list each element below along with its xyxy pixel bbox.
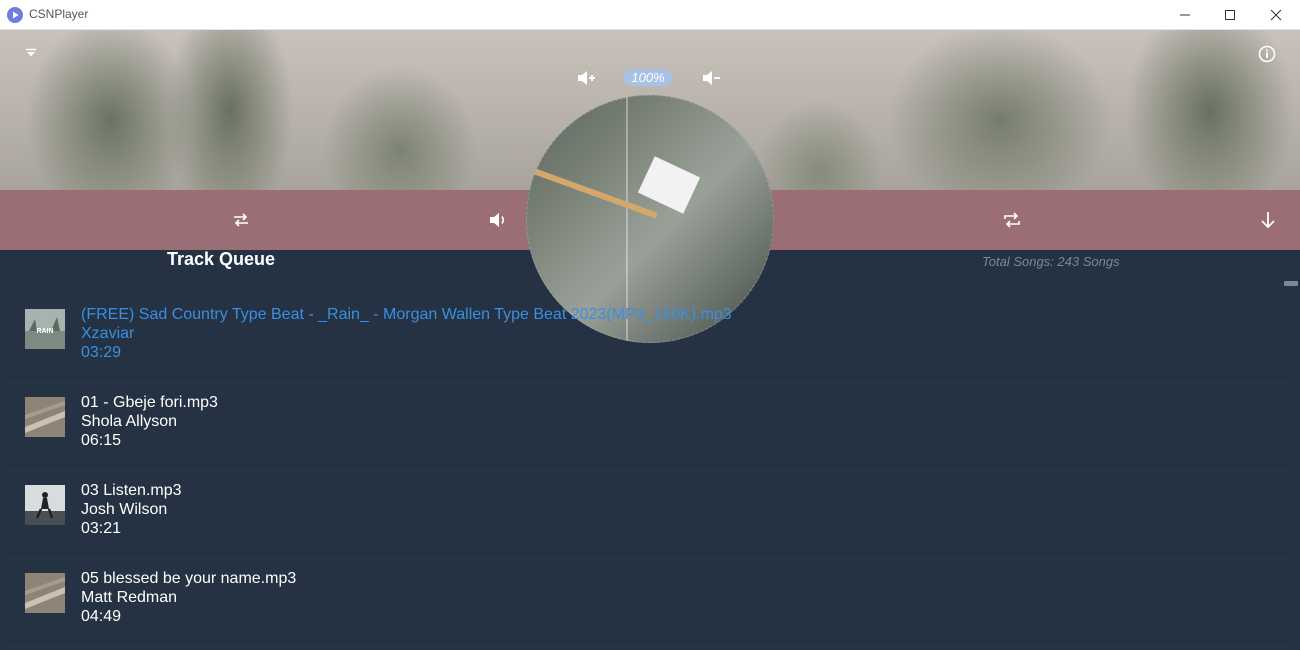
track-info: 03 Listen.mp3 Josh Wilson 03:21 <box>81 481 182 538</box>
maximize-icon <box>1224 10 1235 20</box>
shuffle-icon <box>234 213 248 227</box>
minimize-button[interactable] <box>1162 0 1207 30</box>
app-logo-icon <box>7 7 23 23</box>
maximize-button[interactable] <box>1207 0 1252 30</box>
mute-button[interactable] <box>478 200 518 240</box>
track-duration: 03:21 <box>81 520 122 537</box>
track-title: 05 blessed be your name.mp3 <box>81 570 297 587</box>
track-title: (FREE) Sad Country Type Beat - _Rain_ - … <box>81 306 732 323</box>
total-songs: Total Songs: 243 Songs <box>982 254 1120 269</box>
menu-toggle-button[interactable] <box>20 42 42 64</box>
close-icon <box>1270 9 1281 21</box>
track-duration: 06:15 <box>81 432 122 449</box>
track-thumbnail <box>25 573 65 613</box>
track-info: (FREE) Sad Country Type Beat - _Rain_ - … <box>81 305 732 362</box>
arrow-down-icon <box>1261 212 1275 229</box>
volume-down-button[interactable] <box>701 67 723 89</box>
track-title: 01 - Gbeje fori.mp3 <box>81 394 218 411</box>
volume-level: 100% <box>624 69 672 86</box>
shuffle-button[interactable] <box>221 200 261 240</box>
info-icon <box>1258 45 1276 63</box>
minimize-icon <box>1179 14 1190 16</box>
track-row[interactable]: RAIN (FREE) Sad Country Type Beat - _Rai… <box>10 290 1288 378</box>
track-duration: 03:29 <box>81 344 122 361</box>
queue-title: Track Queue <box>167 249 276 269</box>
title-bar: CSNPlayer <box>0 0 1300 30</box>
track-thumbnail <box>25 485 65 525</box>
track-duration: 04:49 <box>81 608 122 625</box>
track-row[interactable]: 03 Listen.mp3 Josh Wilson 03:21 <box>10 466 1288 554</box>
chevron-down-icon <box>26 48 36 57</box>
scrollbar-thumb[interactable] <box>1284 281 1298 286</box>
close-button[interactable] <box>1253 0 1298 30</box>
disc-graphic <box>637 156 701 214</box>
track-row[interactable]: 05 blessed be your name.mp3 Matt Redman … <box>10 554 1288 642</box>
track-thumbnail <box>25 397 65 437</box>
track-info: 05 blessed be your name.mp3 Matt Redman … <box>81 569 296 626</box>
track-info: 01 - Gbeje fori.mp3 Shola Allyson 06:15 <box>81 393 218 450</box>
volume-down-icon <box>703 71 720 85</box>
track-artist: Josh Wilson <box>81 501 168 518</box>
track-title: 03 Listen.mp3 <box>81 482 182 499</box>
track-artist: Shola Allyson <box>81 413 178 430</box>
svg-text:RAIN: RAIN <box>36 328 53 335</box>
scroll-down-button[interactable] <box>1248 200 1288 240</box>
repeat-icon <box>1004 212 1020 228</box>
track-artist: Xzaviar <box>81 325 135 342</box>
track-thumbnail: RAIN <box>25 309 65 349</box>
info-button[interactable] <box>1256 43 1278 65</box>
repeat-button[interactable] <box>992 200 1032 240</box>
window-title: CSNPlayer <box>29 7 89 21</box>
track-artist: Matt Redman <box>81 589 178 606</box>
volume-up-icon <box>578 71 595 85</box>
track-row[interactable]: 01 - Gbeje fori.mp3 Shola Allyson 06:15 <box>10 378 1288 466</box>
volume-up-button[interactable] <box>576 67 598 89</box>
volume-icon <box>490 213 505 227</box>
